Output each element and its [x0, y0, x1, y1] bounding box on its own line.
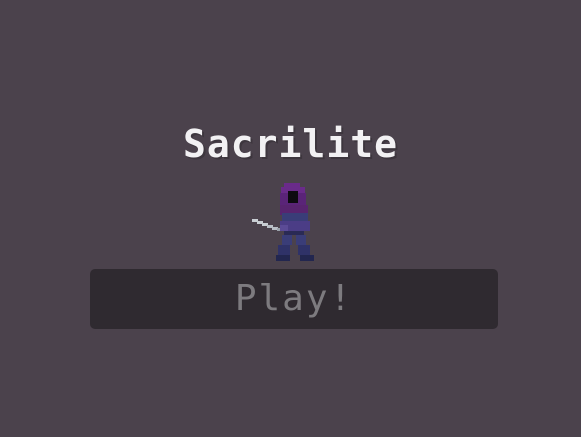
- play-button[interactable]: Play!: [90, 269, 498, 329]
- game-title: Sacrilite: [183, 122, 398, 166]
- play-button-label: Play!: [234, 278, 354, 319]
- hooded-swordsman-sprite: [252, 181, 318, 271]
